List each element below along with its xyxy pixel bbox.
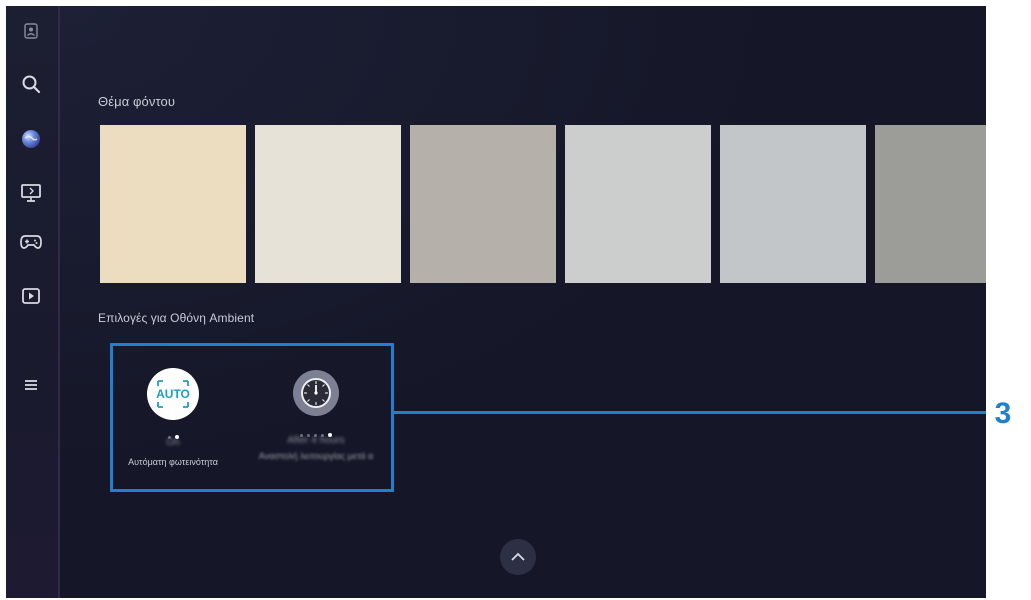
chevron-up-icon <box>511 552 525 561</box>
value-dots <box>114 426 232 439</box>
option-label: Αυτόματη φωτεινότητα <box>128 457 218 467</box>
sleep-timer-option[interactable]: After 4 hours Αναστολή λειτουργίας μετά … <box>251 370 381 461</box>
auto-brightness-option[interactable]: AUTO On Αυτόματη φωτεινότητα <box>114 368 232 467</box>
ambient-options-title: Επιλογές για Οθόνη Ambient <box>98 311 255 325</box>
search-icon[interactable] <box>19 72 43 96</box>
main-background <box>60 6 986 598</box>
timer-dial-icon <box>293 370 339 416</box>
theme-swatch[interactable] <box>410 125 556 283</box>
sidebar <box>6 6 60 598</box>
profile-icon[interactable] <box>19 19 43 43</box>
tv-screen: Θέμα φόντου Επιλογές για Οθόνη Ambient A… <box>6 6 986 598</box>
scroll-up-button[interactable] <box>500 539 536 575</box>
hamburger-menu-icon[interactable] <box>19 373 43 397</box>
gamepad-icon[interactable] <box>19 230 43 254</box>
theme-swatch[interactable] <box>875 125 986 283</box>
option-value: After 4 hours <box>287 435 345 446</box>
ambient-globe-icon[interactable] <box>19 127 43 151</box>
callout-number: 3 <box>986 397 1020 431</box>
callout-line <box>391 411 991 414</box>
auto-icon-text: AUTO <box>156 387 190 401</box>
auto-brightness-icon: AUTO <box>147 368 199 420</box>
value-dots <box>251 424 381 437</box>
theme-swatch[interactable] <box>720 125 866 283</box>
background-theme-title: Θέμα φόντου <box>98 94 176 109</box>
option-label: Αναστολή λειτουργίας μετά α <box>258 451 374 461</box>
monitor-icon[interactable] <box>19 181 43 205</box>
option-value: On <box>166 437 180 448</box>
play-icon[interactable] <box>19 284 43 308</box>
theme-swatch[interactable] <box>100 125 246 283</box>
theme-swatch[interactable] <box>565 125 711 283</box>
theme-swatch[interactable] <box>255 125 401 283</box>
